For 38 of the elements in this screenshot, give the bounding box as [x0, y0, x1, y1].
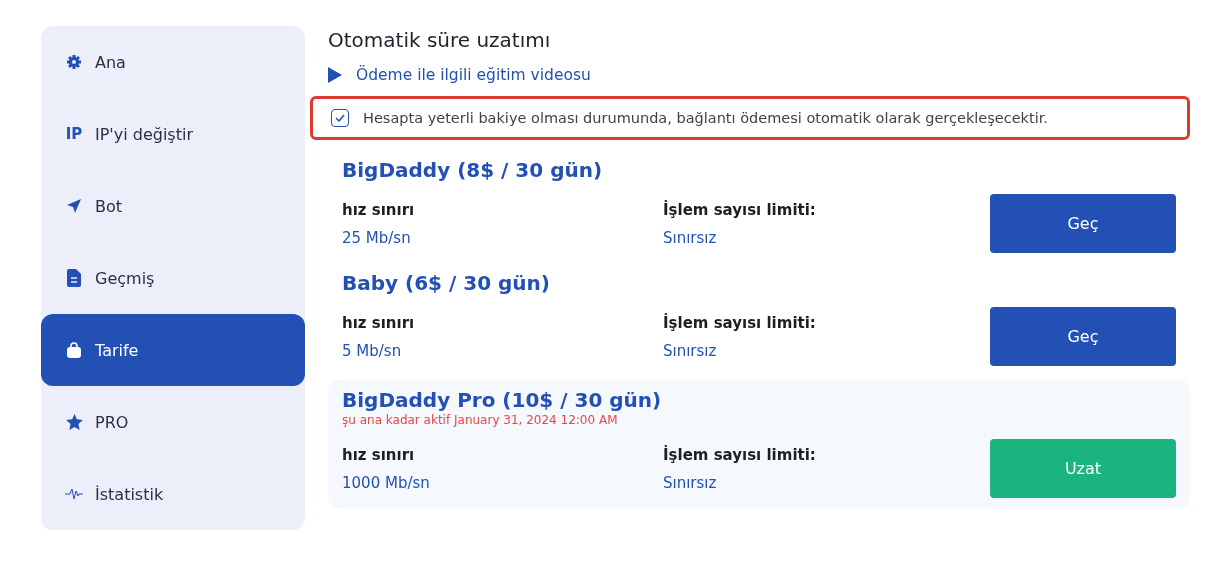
checkbox-label: Hesapta yeterli bakiye olması durumunda, bağlantı ödemesi otomatik olarak gerçekleşecektir.	[363, 110, 1048, 126]
bag-icon	[66, 342, 82, 358]
section-title: Otomatik süre uzatımı	[328, 28, 552, 52]
plan-name: BigDaddy (8$ / 30 gün)	[342, 158, 604, 182]
speed-label: hız sınırı	[342, 200, 416, 219]
sidebar-item[interactable]: İstatistik	[41, 458, 305, 530]
speed-label: hız sınırı	[342, 445, 416, 464]
operations-value: Sınırsız	[663, 473, 718, 492]
sidebar-item[interactable]: IP IP'yi değiştir	[41, 98, 305, 170]
sidebar-item[interactable]: Tarife	[41, 314, 305, 386]
plan-name: Baby (6$ / 30 gün)	[342, 271, 551, 295]
switch-button[interactable]: Geç	[990, 194, 1176, 253]
sidebar-item[interactable]: PRO	[41, 386, 305, 458]
star-icon	[65, 414, 83, 430]
operations-value: Sınırsız	[663, 228, 718, 247]
ip-icon: IP	[65, 125, 83, 143]
speed-value: 25 Mb/sn	[342, 228, 412, 247]
sidebar-item[interactable]: Bot	[41, 170, 305, 242]
speed-label: hız sınırı	[342, 313, 416, 332]
operations-label: İşlem sayısı limiti:	[663, 445, 817, 464]
speed-value: 1000 Mb/sn	[342, 473, 431, 492]
sidebar-item[interactable]: Geçmiş	[41, 242, 305, 314]
checkbox[interactable]	[331, 109, 349, 127]
paper-plane-icon	[66, 198, 82, 214]
speed-value: 5 Mb/sn	[342, 341, 403, 360]
active-until-note: şu ana kadar aktif January 31, 2024 12:00 AM	[342, 413, 619, 427]
operations-label: İşlem sayısı limiti:	[663, 200, 817, 219]
plan-name: BigDaddy Pro (10$ / 30 gün)	[342, 388, 663, 412]
switch-button[interactable]: Geç	[990, 307, 1176, 366]
video-link[interactable]: Ödeme ile ilgili eğitim videosu	[328, 66, 1190, 84]
document-icon	[67, 269, 81, 287]
sidebar-item[interactable]: Ana	[41, 26, 305, 98]
play-icon	[328, 67, 342, 83]
operations-label: İşlem sayısı limiti:	[663, 313, 817, 332]
gear-icon	[66, 54, 82, 70]
operations-value: Sınırsız	[663, 341, 718, 360]
pulse-icon	[65, 488, 83, 500]
check-icon	[335, 114, 345, 122]
